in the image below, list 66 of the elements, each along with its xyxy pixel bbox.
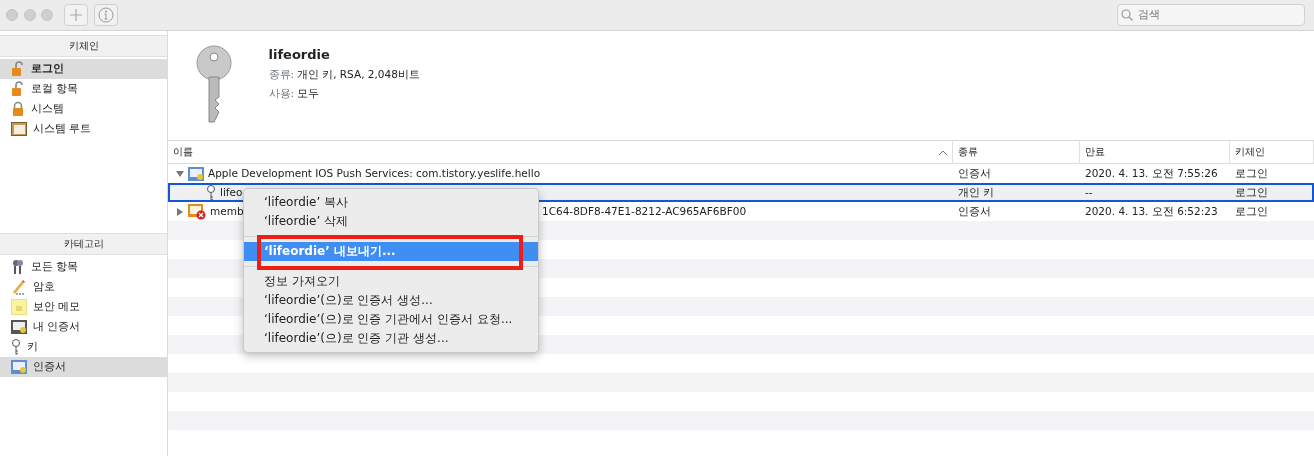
key-icon bbox=[206, 184, 216, 201]
sidebar-item[interactable]: 보안 메모 bbox=[0, 297, 167, 317]
keys-icon bbox=[11, 259, 25, 275]
certificate-stack-icon bbox=[11, 122, 27, 136]
column-header[interactable]: 키체인 bbox=[1235, 146, 1265, 157]
sidebar-item[interactable]: 시스템 루트 bbox=[0, 119, 167, 139]
field-value: 개인 키, RSA, 2,048비트 bbox=[296, 67, 420, 83]
info-button[interactable] bbox=[93, 4, 118, 26]
plus-icon bbox=[70, 9, 82, 21]
sidebar-item[interactable]: 로그인 bbox=[0, 59, 167, 79]
column-header[interactable]: 이름 bbox=[173, 141, 193, 163]
sidebar-item[interactable]: 모든 항목 bbox=[0, 257, 167, 277]
certificate-icon bbox=[188, 166, 204, 181]
certificate-icon bbox=[11, 320, 27, 334]
table-cell: 로그인 bbox=[1235, 186, 1268, 198]
field-value: 모두 bbox=[296, 85, 319, 101]
table-cell: 개인 키 bbox=[958, 186, 995, 198]
field-label: 종류: bbox=[268, 67, 295, 83]
collapse-triangle-icon[interactable] bbox=[176, 169, 184, 178]
sidebar-item[interactable]: 키 bbox=[0, 337, 167, 357]
table-cell-text: 1C64-8DF8-47E1-8212-AC965AF6BF00 bbox=[542, 204, 747, 219]
table-cell: 인증서 bbox=[958, 205, 991, 217]
invalid-certificate-icon bbox=[188, 203, 206, 220]
certificate-icon bbox=[11, 360, 27, 374]
add-button[interactable] bbox=[64, 4, 88, 26]
table-cell: memb bbox=[210, 205, 244, 217]
menu-item[interactable]: ‘lifeordie’ 삭제 bbox=[244, 212, 538, 231]
search-field[interactable]: 검색 bbox=[1117, 4, 1305, 26]
sidebar-item[interactable]: 인증서 bbox=[0, 357, 167, 377]
section-header: 키체인 bbox=[0, 35, 167, 57]
menu-item[interactable]: ‘lifeordie’(으)로 인증서 생성... bbox=[244, 291, 538, 310]
expand-triangle-icon[interactable] bbox=[176, 207, 184, 216]
sidebar-item[interactable]: 로컬 항목 bbox=[0, 79, 167, 99]
table-cell: 인증서 bbox=[958, 167, 991, 179]
table-cell: 로그인 bbox=[1235, 167, 1268, 179]
table-cell: 2020. 4. 13. 오전 6:52:23 bbox=[1085, 205, 1218, 217]
sidebar-item[interactable]: 암호 bbox=[0, 277, 167, 297]
section-header: 카테고리 bbox=[0, 233, 167, 255]
info-icon bbox=[97, 7, 114, 23]
sidebar-item[interactable]: 내 인증서 bbox=[0, 317, 167, 337]
menu-item[interactable]: 정보 가져오기 bbox=[244, 272, 538, 291]
menu-item[interactable]: ‘lifeordie’(으)로 인증 기관 생성... bbox=[244, 329, 538, 348]
search-input[interactable]: 검색 bbox=[1135, 5, 1286, 25]
table-cell: 2020. 4. 13. 오전 7:55:26 bbox=[1085, 167, 1218, 179]
sidebar-item[interactable]: 시스템 bbox=[0, 99, 167, 119]
padlock-icon bbox=[11, 61, 25, 77]
minimize-button[interactable] bbox=[23, 9, 36, 21]
menu-item[interactable]: ‘lifeordie’(으)로 인증 기관에서 인증서 요청... bbox=[244, 310, 538, 329]
table-cell: -- bbox=[1085, 186, 1093, 198]
table-cell: Apple Development IOS Push Services: com.tistory.yeslife.hello bbox=[208, 167, 541, 179]
table-cell: lifeo bbox=[220, 186, 243, 198]
close-button[interactable] bbox=[6, 9, 18, 21]
field-label: 사용: bbox=[268, 85, 295, 101]
padlock-icon bbox=[11, 101, 25, 117]
table-cell: 로그인 bbox=[1235, 205, 1268, 217]
item-name: lifeordie bbox=[268, 46, 331, 64]
column-header[interactable]: 만료 bbox=[1085, 146, 1105, 157]
menu-item[interactable]: ‘lifeordie’ 복사 bbox=[244, 193, 538, 212]
search-icon bbox=[1120, 9, 1133, 21]
padlock-icon bbox=[11, 81, 25, 97]
key-icon bbox=[11, 339, 21, 355]
pencil-icon bbox=[11, 279, 27, 295]
note-icon bbox=[11, 299, 27, 315]
key-icon bbox=[194, 45, 234, 125]
zoom-button[interactable] bbox=[41, 9, 53, 21]
column-header[interactable]: 종류 bbox=[958, 146, 978, 157]
